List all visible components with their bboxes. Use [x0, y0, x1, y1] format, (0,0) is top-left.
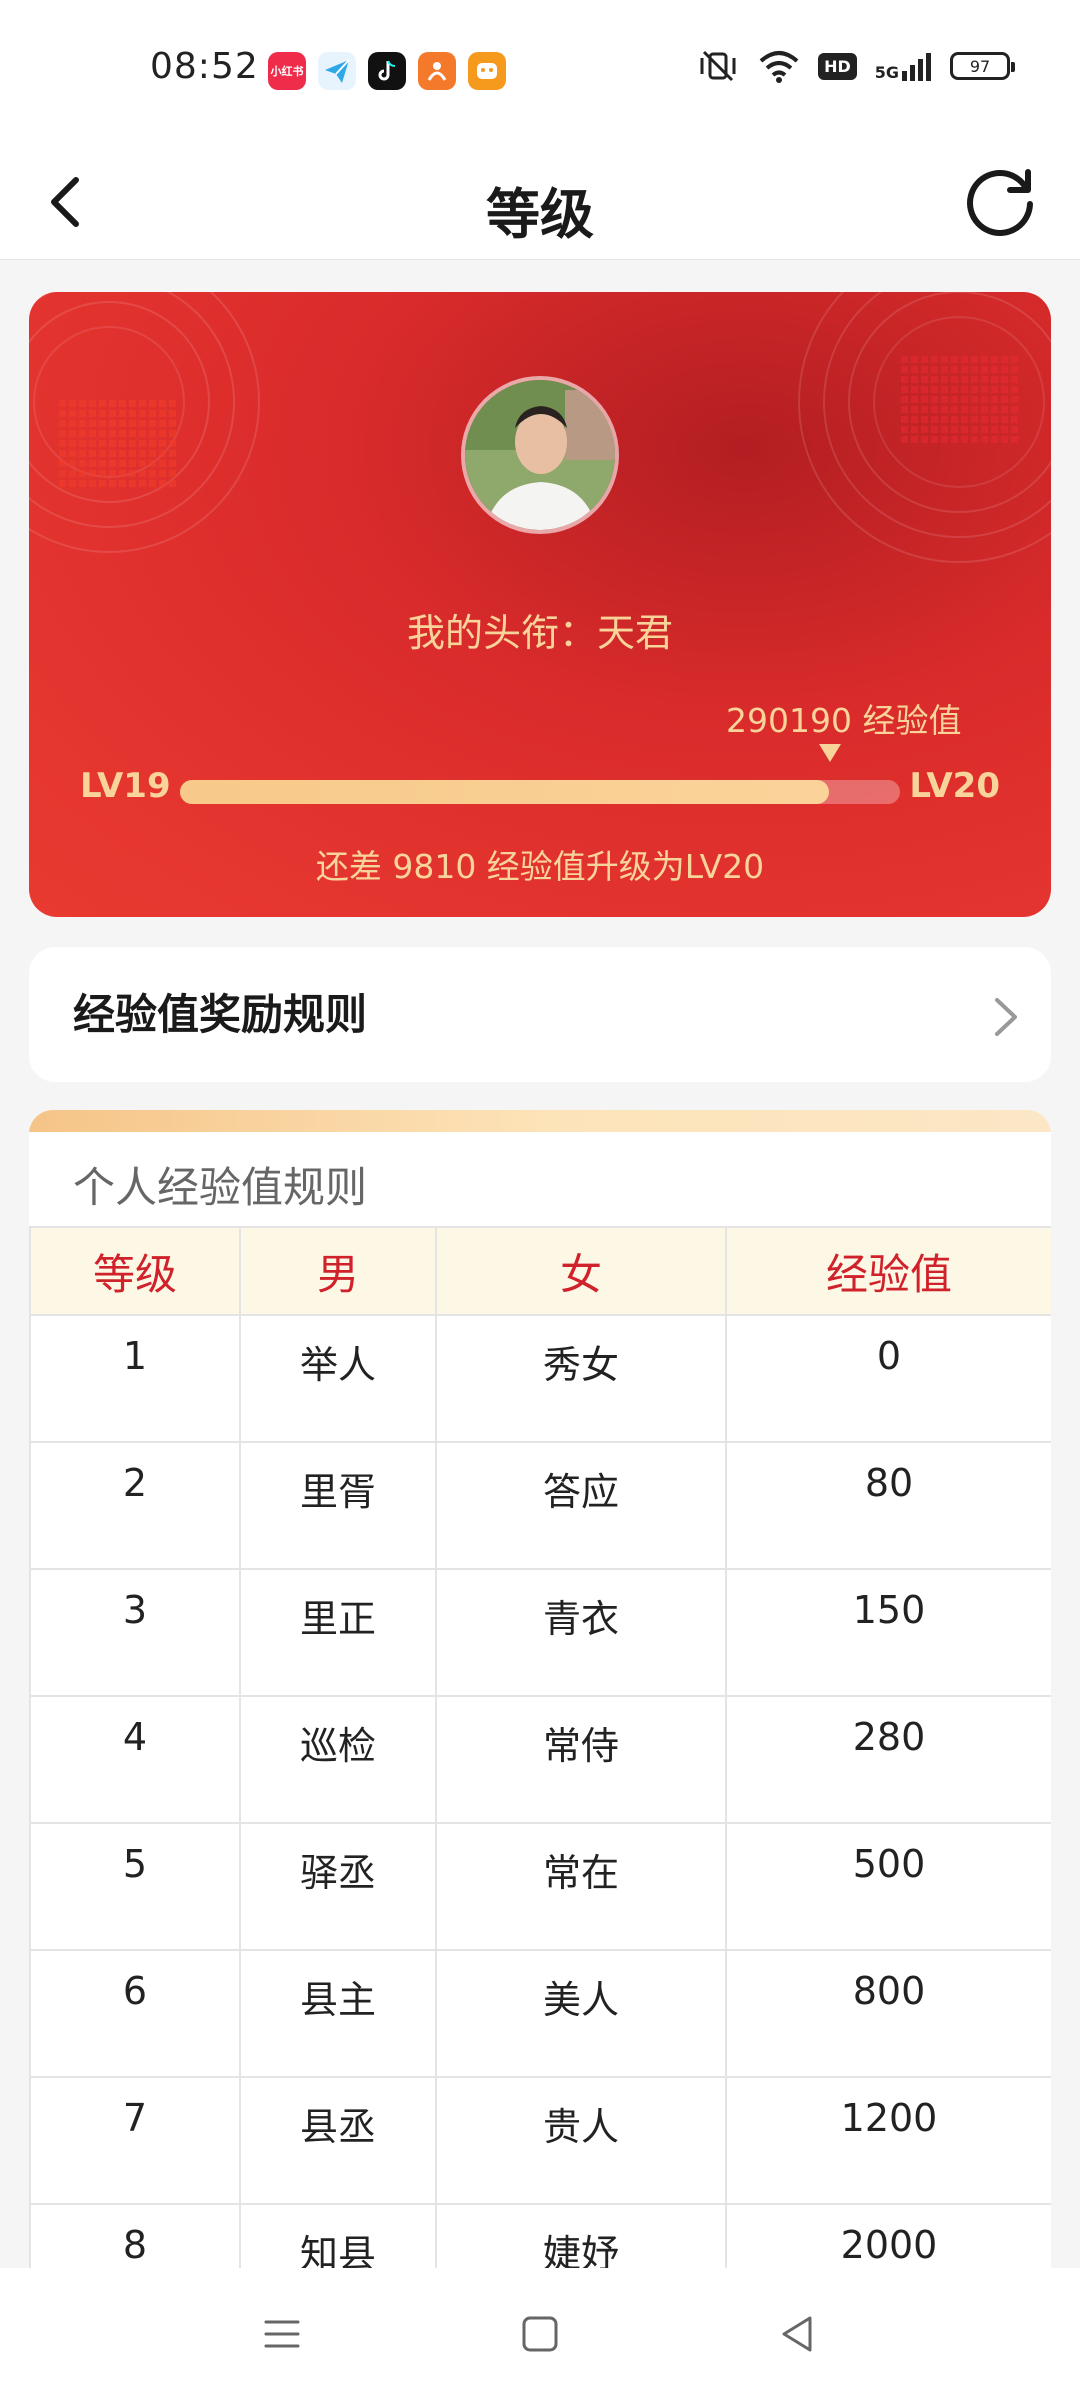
xiaohongshu-icon: 小红书 [268, 52, 306, 90]
cell-exp: 2000 [725, 2203, 1051, 2270]
top-app-bar: 等级 [0, 140, 1080, 260]
experience-value: 290190 经验值 [726, 701, 962, 740]
column-header-level: 等级 [29, 1226, 241, 1316]
table-row: 8 知县 婕妤 2000 [29, 2203, 1051, 2270]
cell-male-title: 里正 [239, 1568, 437, 1697]
avatar[interactable] [461, 376, 619, 534]
cell-male-title: 县主 [239, 1949, 437, 2078]
exp-reward-rules-label: 经验值奖励规则 [73, 990, 368, 1039]
decorative-dots-right [901, 356, 1021, 446]
cell-level: 2 [29, 1441, 241, 1570]
level-rules-table: 等级 男 女 经验值 1 举人 秀女 0 2 里胥 答应 80 3 里正 青衣 … [29, 1226, 1051, 2270]
progress-marker-icon [819, 744, 841, 762]
cell-level: 3 [29, 1568, 241, 1697]
cellular-signal-icon: 5G [875, 51, 932, 81]
cell-exp: 1200 [725, 2076, 1051, 2205]
table-row: 1 举人 秀女 0 [29, 1314, 1051, 1443]
cell-male-title: 里胥 [239, 1441, 437, 1570]
chevron-right-icon [995, 998, 1017, 1036]
refresh-icon[interactable] [958, 158, 1042, 242]
menu-icon[interactable] [254, 2306, 310, 2362]
cell-level: 5 [29, 1822, 241, 1951]
cell-level: 8 [29, 2203, 241, 2270]
status-app-icons: 小红书 [268, 52, 506, 90]
table-row: 5 驿丞 常在 500 [29, 1822, 1051, 1951]
cell-female-title: 秀女 [435, 1314, 727, 1443]
column-header-exp: 经验值 [725, 1226, 1051, 1316]
vibrate-mute-icon [700, 50, 736, 82]
cell-exp: 80 [725, 1441, 1051, 1570]
cell-female-title: 答应 [435, 1441, 727, 1570]
hd-badge: HD [818, 52, 857, 80]
status-bar: 08:52 小红书 HD 5G 97 [0, 0, 1080, 140]
table-row: 3 里正 青衣 150 [29, 1568, 1051, 1697]
cell-female-title: 贵人 [435, 2076, 727, 2205]
exp-rules-table-section: 个人经验值规则 等级 男 女 经验值 1 举人 秀女 0 2 里胥 答应 80 … [29, 1110, 1051, 2270]
table-row: 2 里胥 答应 80 [29, 1441, 1051, 1570]
cell-exp: 800 [725, 1949, 1051, 2078]
cell-female-title: 青衣 [435, 1568, 727, 1697]
table-row: 6 县主 美人 800 [29, 1949, 1051, 2078]
table-row: 4 巡检 常侍 280 [29, 1695, 1051, 1824]
system-nav-bar [0, 2268, 1080, 2400]
cell-male-title: 举人 [239, 1314, 437, 1443]
current-level-label: LV19 [80, 766, 171, 806]
column-header-female: 女 [435, 1226, 727, 1316]
table-heading: 个人经验值规则 [73, 1163, 368, 1212]
column-header-male: 男 [239, 1226, 437, 1316]
tiktok-icon [368, 52, 406, 90]
level-progress-fill [180, 780, 830, 804]
level-progress-bar [180, 780, 900, 804]
cell-male-title: 驿丞 [239, 1822, 437, 1951]
cell-male-title: 巡检 [239, 1695, 437, 1824]
cell-exp: 280 [725, 1695, 1051, 1824]
page-title: 等级 [486, 183, 594, 246]
table-header-row: 等级 男 女 经验值 [29, 1226, 1051, 1316]
wifi-icon [759, 51, 799, 83]
exp-reward-rules-link[interactable]: 经验值奖励规则 [29, 947, 1051, 1082]
cell-female-title: 婕妤 [435, 2203, 727, 2270]
orange-app-icon [418, 52, 456, 90]
battery-icon: 97 [950, 52, 1015, 80]
status-time: 08:52 [150, 46, 259, 87]
cell-male-title: 知县 [239, 2203, 437, 2270]
table-row: 7 县丞 贵人 1200 [29, 2076, 1051, 2205]
cell-level: 1 [29, 1314, 241, 1443]
status-indicators: HD 5G 97 [696, 48, 1015, 84]
next-level-label: LV20 [909, 766, 1000, 806]
decorative-rings-right [798, 292, 1051, 563]
level-card: 我的头衔：天君 290190 经验值 LV19 LV20 还差 9810 经验值… [29, 292, 1051, 917]
cell-female-title: 美人 [435, 1949, 727, 2078]
cell-female-title: 常侍 [435, 1695, 727, 1824]
game-app-icon [468, 52, 506, 90]
cell-exp: 0 [725, 1314, 1051, 1443]
paper-plane-app-icon [318, 52, 356, 90]
cell-level: 4 [29, 1695, 241, 1824]
remaining-exp-text: 还差 9810 经验值升级为LV20 [315, 847, 765, 886]
cell-exp: 150 [725, 1568, 1051, 1697]
table-top-gradient-bar [29, 1110, 1051, 1132]
decorative-dots-left [59, 400, 179, 490]
back-triangle-icon[interactable] [770, 2306, 826, 2362]
cell-level: 6 [29, 1949, 241, 2078]
cell-male-title: 县丞 [239, 2076, 437, 2205]
cell-exp: 500 [725, 1822, 1051, 1951]
cell-level: 7 [29, 2076, 241, 2205]
cell-female-title: 常在 [435, 1822, 727, 1951]
home-icon[interactable] [512, 2306, 568, 2362]
user-title-text: 我的头衔：天君 [406, 611, 673, 655]
